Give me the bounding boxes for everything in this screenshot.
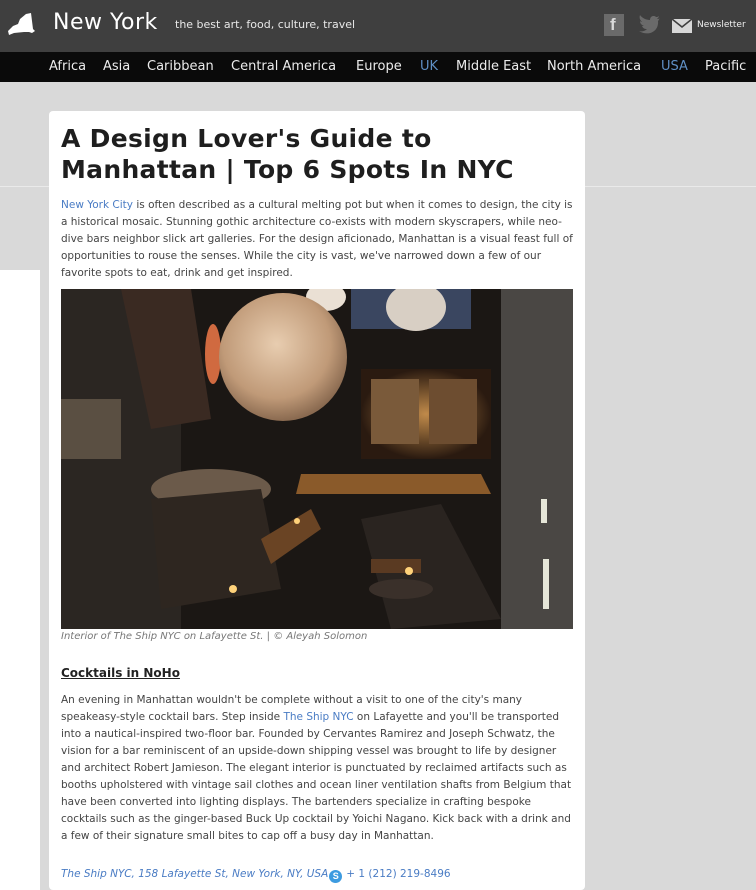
facebook-icon[interactable]: f bbox=[604, 14, 624, 36]
site-title[interactable]: New York bbox=[53, 10, 158, 35]
section-heading[interactable]: Cocktails in NoHo bbox=[61, 666, 180, 680]
facebook-glyph: f bbox=[610, 15, 616, 34]
article-title: A Design Lover's Guide to Manhattan | To… bbox=[61, 124, 514, 184]
newsletter-link[interactable]: Newsletter bbox=[697, 20, 746, 30]
region-asia[interactable]: Asia bbox=[103, 59, 130, 74]
article-card: A Design Lover's Guide to Manhattan | To… bbox=[49, 111, 585, 890]
region-europe[interactable]: Europe bbox=[356, 59, 402, 74]
section-body: An evening in Manhattan wouldn't be comp… bbox=[61, 692, 575, 845]
region-central-america[interactable]: Central America bbox=[231, 59, 336, 74]
article-intro: New York City is often described as a cu… bbox=[61, 197, 575, 282]
the-ship-nyc-link[interactable]: The Ship NYC bbox=[283, 711, 353, 723]
site-header: New York the best art, food, culture, tr… bbox=[0, 0, 756, 52]
section-text-after: on Lafayette and you'll be transported i… bbox=[61, 711, 572, 842]
region-middle-east[interactable]: Middle East bbox=[456, 59, 531, 74]
twitter-icon[interactable] bbox=[637, 14, 661, 36]
photo-caption: Interior of The Ship NYC on Lafayette St… bbox=[61, 631, 368, 642]
mail-icon[interactable] bbox=[672, 19, 692, 33]
region-usa[interactable]: USA bbox=[661, 59, 688, 74]
bar-interior-photo bbox=[61, 289, 573, 629]
new-york-city-link[interactable]: New York City bbox=[61, 199, 133, 211]
phone-number[interactable]: + 1 (212) 219-8496 bbox=[346, 868, 450, 880]
site-tagline: the best art, food, culture, travel bbox=[175, 18, 356, 31]
address-link[interactable]: The Ship NYC, 158 Lafayette St, New York… bbox=[61, 868, 328, 880]
region-north-america[interactable]: North America bbox=[547, 59, 641, 74]
venue-address: The Ship NYC, 158 Lafayette St, New York… bbox=[61, 868, 451, 883]
background-panel bbox=[0, 270, 40, 890]
region-nav: Africa Asia Caribbean Central America Eu… bbox=[0, 52, 756, 82]
region-caribbean[interactable]: Caribbean bbox=[147, 59, 214, 74]
ny-state-logo-icon[interactable] bbox=[4, 11, 36, 39]
region-uk[interactable]: UK bbox=[420, 59, 438, 74]
intro-text: is often described as a cultural melting… bbox=[61, 199, 573, 279]
region-africa[interactable]: Africa bbox=[49, 59, 86, 74]
region-pacific[interactable]: Pacific bbox=[705, 59, 746, 74]
skype-icon[interactable]: S bbox=[329, 870, 343, 883]
